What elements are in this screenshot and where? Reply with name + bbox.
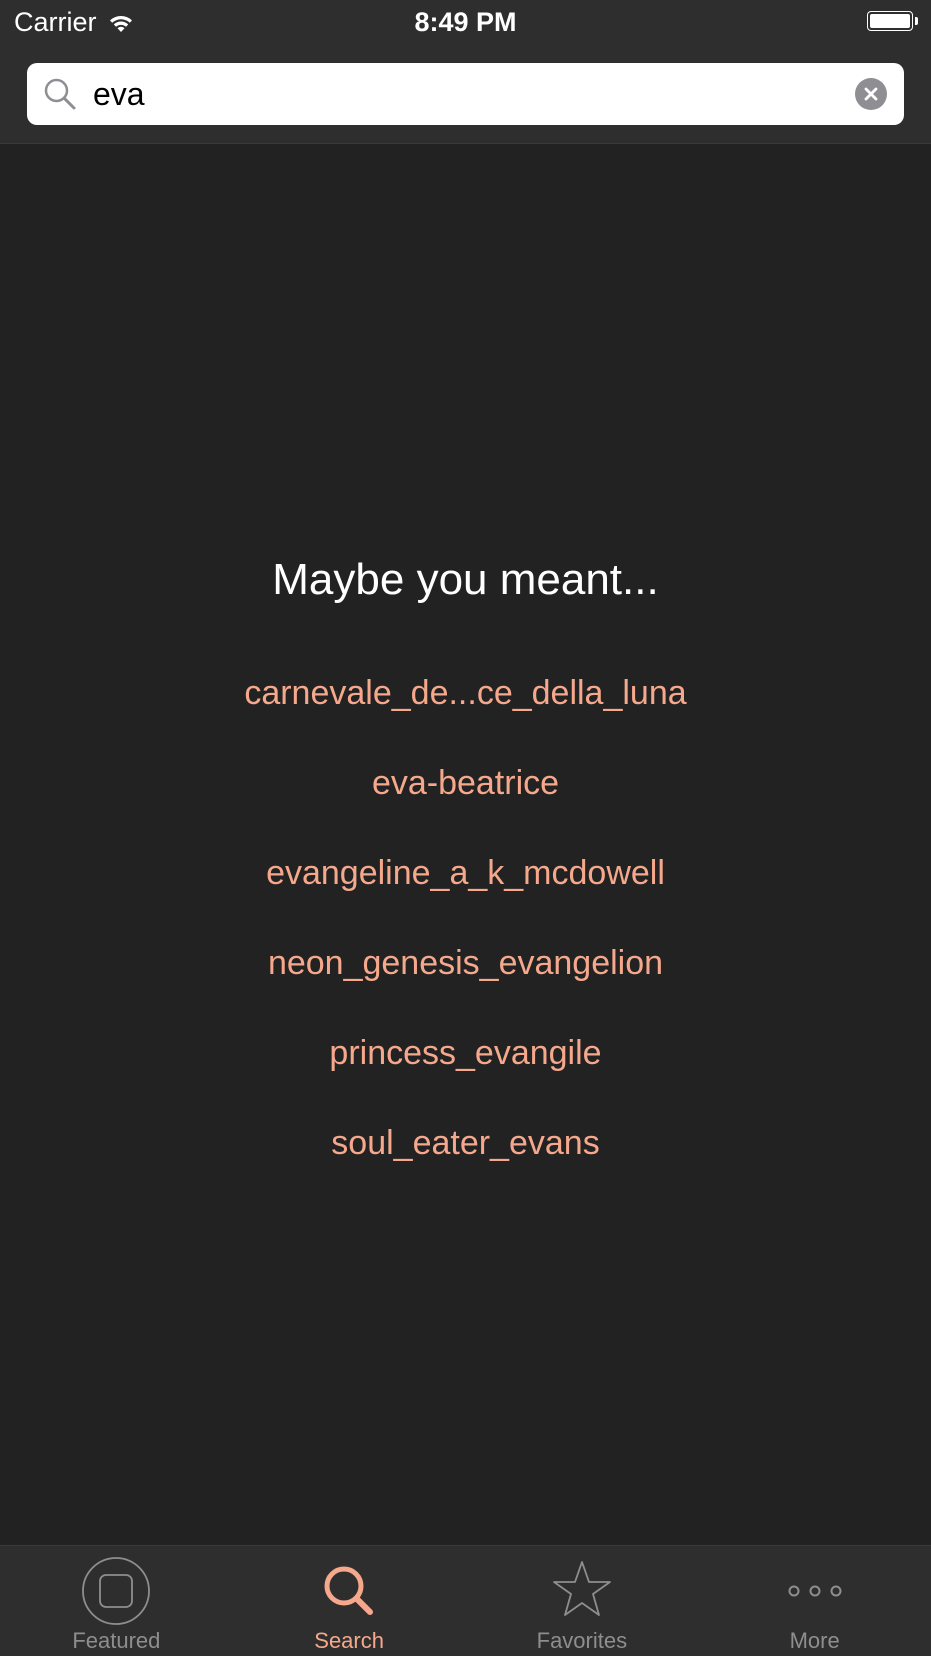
list-item: princess_evangile: [0, 1030, 931, 1120]
star-icon: [547, 1556, 617, 1626]
search-input[interactable]: [67, 63, 837, 125]
list-item: neon_genesis_evangelion: [0, 940, 931, 1030]
suggestion-link[interactable]: princess_evangile: [329, 1034, 601, 1072]
top-bar: Carrier 8:49 PM: [0, 0, 931, 144]
list-item: evangeline_a_k_mcdowell: [0, 850, 931, 940]
suggestions-list: carnevale_de...ce_della_luna eva-beatric…: [0, 670, 931, 1210]
tab-label: More: [789, 1628, 840, 1653]
tab-label: Search: [314, 1628, 384, 1653]
suggestion-link[interactable]: evangeline_a_k_mcdowell: [266, 854, 665, 892]
more-icon: [780, 1556, 850, 1626]
suggestion-link[interactable]: neon_genesis_evangelion: [268, 944, 663, 982]
search-bar[interactable]: [27, 63, 904, 125]
tab-more[interactable]: More: [698, 1546, 931, 1656]
app-screen: Carrier 8:49 PM eva Maybe you meant... c…: [0, 0, 931, 1656]
tab-favorites[interactable]: Favorites: [466, 1546, 699, 1656]
suggestion-link[interactable]: eva-beatrice: [372, 764, 559, 802]
tab-featured[interactable]: Featured: [0, 1546, 233, 1656]
status-bar: Carrier 8:49 PM: [0, 0, 931, 46]
tab-bar: Featured Search Favorites More: [0, 1545, 931, 1656]
tab-search[interactable]: Search: [233, 1546, 466, 1656]
clear-search-button[interactable]: [855, 78, 887, 110]
suggestion-link[interactable]: carnevale_de...ce_della_luna: [244, 674, 686, 712]
featured-icon: [81, 1556, 151, 1626]
list-item: soul_eater_evans: [0, 1120, 931, 1210]
search-icon: [314, 1556, 384, 1626]
tab-label: Favorites: [536, 1628, 628, 1653]
status-time: 8:49 PM: [414, 7, 517, 37]
suggestions-title: Maybe you meant...: [272, 555, 659, 604]
tab-label: Featured: [72, 1628, 161, 1653]
battery-icon: [867, 11, 919, 33]
suggestion-link[interactable]: soul_eater_evans: [331, 1124, 599, 1162]
list-item: carnevale_de...ce_della_luna: [0, 670, 931, 760]
close-icon: [864, 87, 878, 101]
list-item: eva-beatrice: [0, 760, 931, 850]
